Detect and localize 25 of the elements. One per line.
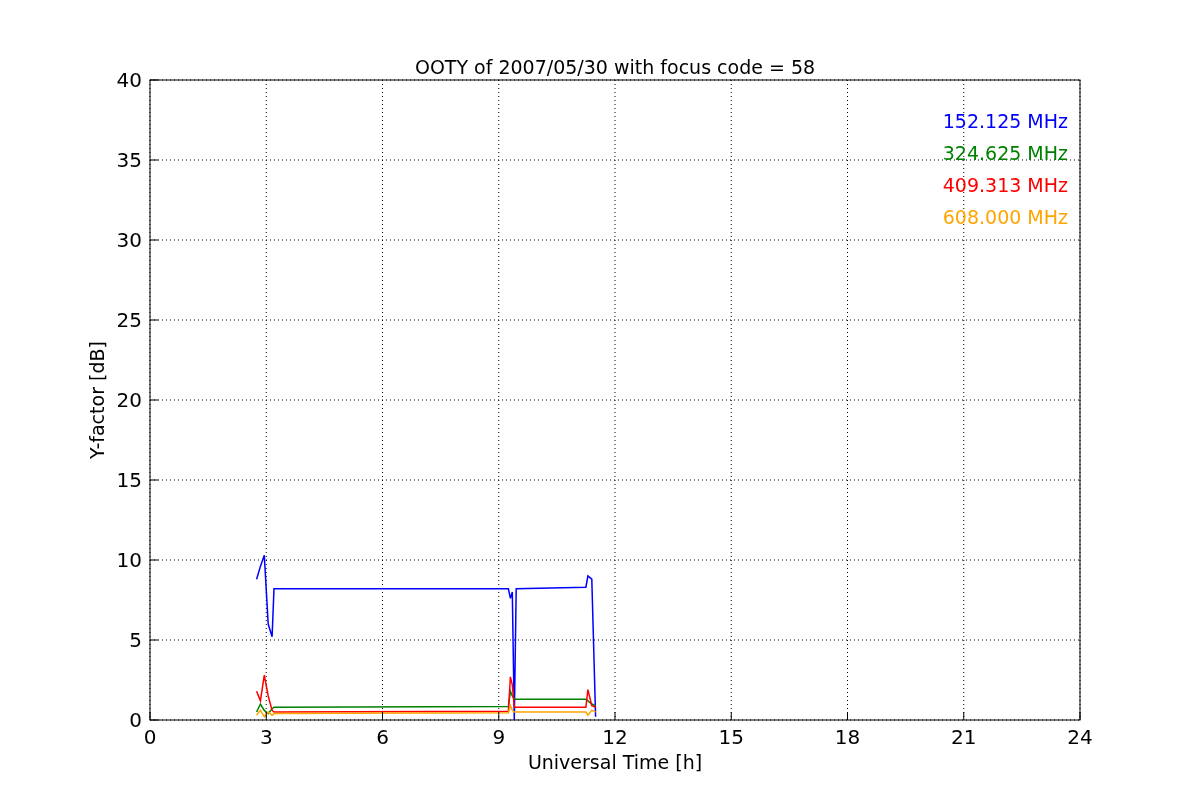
legend-label: 324.625 MHz [942, 142, 1068, 164]
x-tick-label: 0 [143, 725, 157, 749]
legend-label: 409.313 MHz [942, 174, 1068, 196]
chart-title: OOTY of 2007/05/30 with focus code = 58 [414, 56, 816, 78]
y-tick-label: 40 [116, 68, 142, 92]
y-tick-label: 10 [116, 548, 142, 572]
legend-label: 152.125 MHz [942, 110, 1068, 132]
x-tick-label: 9 [492, 725, 506, 749]
x-tick-label: 3 [259, 725, 273, 749]
x-tick-label: 15 [718, 725, 744, 749]
x-tick-label: 12 [602, 725, 628, 749]
x-axis-label: Universal Time [h] [527, 751, 703, 773]
y-tick-label: 5 [129, 628, 142, 652]
x-tick-label: 24 [1067, 725, 1093, 749]
y-tick-label: 15 [116, 468, 142, 492]
y-tick-label: 20 [116, 388, 142, 412]
x-tick-label: 6 [376, 725, 389, 749]
x-tick-label: 18 [834, 725, 861, 749]
y-tick-label: 35 [116, 148, 142, 172]
y-tick-label: 25 [116, 308, 142, 332]
y-axis-label: Y-factor [dB] [86, 341, 108, 459]
legend-label: 608.000 MHz [942, 206, 1068, 228]
y-tick-label: 30 [116, 228, 142, 252]
x-tick-label: 21 [951, 725, 977, 749]
y-tick-label: 0 [129, 708, 142, 732]
